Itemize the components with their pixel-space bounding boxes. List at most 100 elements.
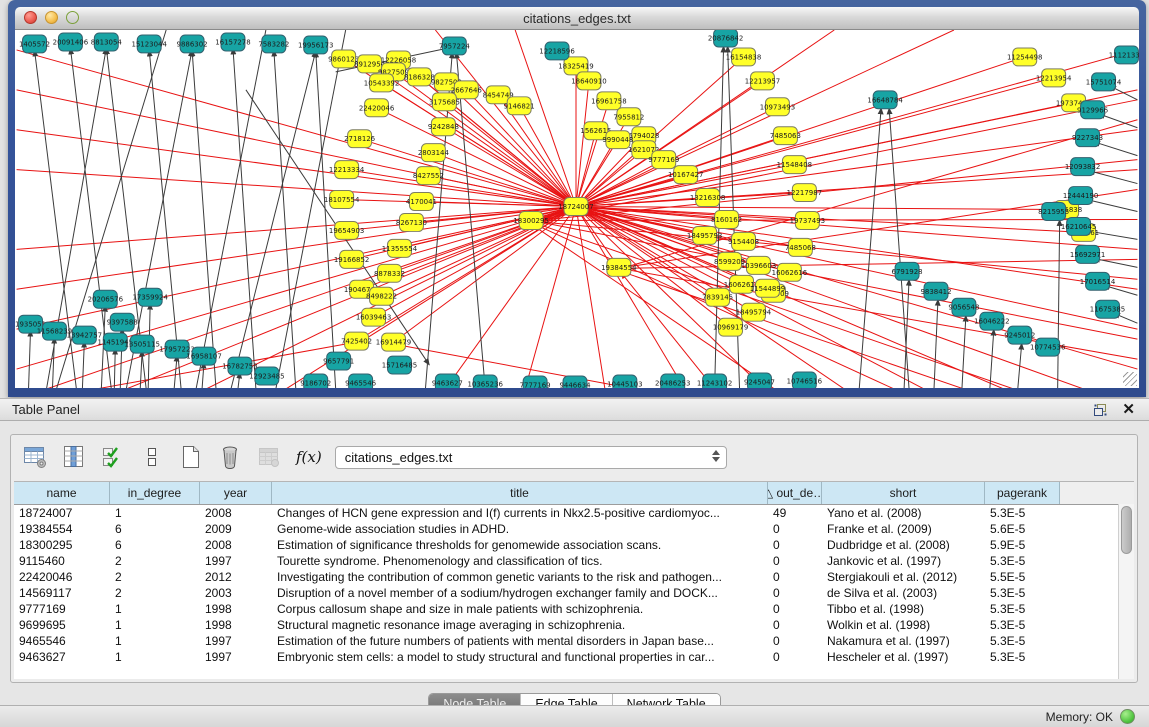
table-cell[interactable]: Jankovic et al. (1997): [822, 553, 985, 569]
table-cell[interactable]: 1998: [200, 601, 272, 617]
table-row[interactable]: 946362711997Embryonic stem cells: a mode…: [14, 649, 1134, 665]
table-cell[interactable]: Tibbo et al. (1998): [822, 601, 985, 617]
table-row[interactable]: 1872400712008Changes of HCN gene express…: [14, 505, 1134, 521]
table-cell[interactable]: 9777169: [14, 601, 110, 617]
table-cell[interactable]: 9699695: [14, 617, 110, 633]
table-cell[interactable]: Investigating the contribution of common…: [272, 569, 768, 585]
column-header-1[interactable]: in_degree: [110, 482, 200, 504]
table-cell[interactable]: 1: [110, 617, 200, 633]
table-cell[interactable]: 1: [110, 505, 200, 521]
table-cell[interactable]: 2008: [200, 505, 272, 521]
column-header-6[interactable]: pagerank: [985, 482, 1060, 504]
table-row[interactable]: 1938455462009Genome-wide association stu…: [14, 521, 1134, 537]
table-cell[interactable]: 9463627: [14, 649, 110, 665]
table-cell[interactable]: 6: [110, 537, 200, 553]
table-cell[interactable]: 0: [768, 537, 822, 553]
table-cell[interactable]: Changes of HCN gene expression and I(f) …: [272, 505, 768, 521]
table-cell[interactable]: 5.3E-5: [985, 649, 1060, 665]
table-cell[interactable]: 2: [110, 553, 200, 569]
table-scrollbar-thumb[interactable]: [1121, 506, 1132, 554]
minimize-window-button[interactable]: [45, 11, 58, 24]
table-cell[interactable]: 6: [110, 521, 200, 537]
table-cell[interactable]: 1998: [200, 617, 272, 633]
table-cell[interactable]: Estimation of the future numbers of pati…: [272, 633, 768, 649]
table-cell[interactable]: 1997: [200, 633, 272, 649]
table-cell[interactable]: 5.3E-5: [985, 505, 1060, 521]
table-cell[interactable]: 0: [768, 601, 822, 617]
table-cell[interactable]: 19384554: [14, 521, 110, 537]
new-table-button[interactable]: [177, 443, 205, 471]
table-cell[interactable]: 9115460: [14, 553, 110, 569]
table-cell[interactable]: Wolkin et al. (1998): [822, 617, 985, 633]
table-cell[interactable]: 2003: [200, 585, 272, 601]
table-cell[interactable]: Stergiakouli et al. (2012): [822, 569, 985, 585]
table-cell[interactable]: 9465546: [14, 633, 110, 649]
delete-table-button[interactable]: [216, 443, 244, 471]
column-header-2[interactable]: year: [200, 482, 272, 504]
table-cell[interactable]: 0: [768, 633, 822, 649]
zoom-window-button[interactable]: [66, 11, 79, 24]
table-cell[interactable]: Embryonic stem cells: a model to study s…: [272, 649, 768, 665]
table-cell[interactable]: 2: [110, 569, 200, 585]
table-cell[interactable]: 1997: [200, 649, 272, 665]
table-cell[interactable]: 5.3E-5: [985, 633, 1060, 649]
column-header-4[interactable]: △ out_de…: [768, 482, 822, 504]
network-view-canvas[interactable]: 1872400718300295193845549860123891295412…: [15, 30, 1139, 388]
change-table-mode-button[interactable]: [21, 443, 49, 471]
table-cell[interactable]: 18300295: [14, 537, 110, 553]
table-cell[interactable]: 5.3E-5: [985, 601, 1060, 617]
table-cell[interactable]: 2008: [200, 537, 272, 553]
table-cell[interactable]: 0: [768, 617, 822, 633]
table-row[interactable]: 1830029562008Estimation of significance …: [14, 537, 1134, 553]
table-cell[interactable]: Nakamura et al. (1997): [822, 633, 985, 649]
table-cell[interactable]: Tourette syndrome. Phenomenology and cla…: [272, 553, 768, 569]
table-cell[interactable]: 1: [110, 633, 200, 649]
table-select-dropdown[interactable]: citations_edges.txt: [335, 446, 727, 469]
table-cell[interactable]: 0: [768, 521, 822, 537]
row-height-button[interactable]: [138, 443, 166, 471]
table-cell[interactable]: 2012: [200, 569, 272, 585]
table-row[interactable]: 2242004622012Investigating the contribut…: [14, 569, 1134, 585]
table-cell[interactable]: 49: [768, 505, 822, 521]
table-cell[interactable]: Yano et al. (2008): [822, 505, 985, 521]
table-cell[interactable]: 14569117: [14, 585, 110, 601]
table-cell[interactable]: 2: [110, 585, 200, 601]
column-header-5[interactable]: short: [822, 482, 985, 504]
column-header-3[interactable]: title: [272, 482, 768, 504]
show-column-button[interactable]: [60, 443, 88, 471]
table-cell[interactable]: 5.3E-5: [985, 585, 1060, 601]
table-cell[interactable]: 0: [768, 569, 822, 585]
table-cell[interactable]: 22420046: [14, 569, 110, 585]
function-builder-button[interactable]: f(x): [296, 448, 322, 466]
table-scrollbar[interactable]: [1118, 504, 1134, 679]
table-row[interactable]: 911546021997Tourette syndrome. Phenomeno…: [14, 553, 1134, 569]
table-cell[interactable]: Franke et al. (2009): [822, 521, 985, 537]
table-row[interactable]: 1456911722003Disruption of a novel membe…: [14, 585, 1134, 601]
table-cell[interactable]: Dudbridge et al. (2008): [822, 537, 985, 553]
window-resize-grip[interactable]: [1123, 372, 1137, 386]
table-cell[interactable]: 1: [110, 649, 200, 665]
table-cell[interactable]: Genome-wide association studies in ADHD.: [272, 521, 768, 537]
column-header-0[interactable]: name: [14, 482, 110, 504]
table-row[interactable]: 946554611997Estimation of the future num…: [14, 633, 1134, 649]
float-panel-icon[interactable]: [1093, 403, 1108, 417]
window-titlebar[interactable]: citations_edges.txt: [15, 7, 1139, 30]
table-cell[interactable]: 2009: [200, 521, 272, 537]
table-cell[interactable]: Corpus callosum shape and size in male p…: [272, 601, 768, 617]
table-cell[interactable]: Disruption of a novel member of a sodium…: [272, 585, 768, 601]
table-cell[interactable]: 18724007: [14, 505, 110, 521]
table-cell[interactable]: 0: [768, 585, 822, 601]
table-cell[interactable]: 5.5E-5: [985, 569, 1060, 585]
table-cell[interactable]: 0: [768, 553, 822, 569]
table-row[interactable]: 969969511998Structural magnetic resonanc…: [14, 617, 1134, 633]
table-cell[interactable]: 5.6E-5: [985, 521, 1060, 537]
table-cell[interactable]: Estimation of significance thresholds fo…: [272, 537, 768, 553]
table-cell[interactable]: 1997: [200, 553, 272, 569]
table-cell[interactable]: 1: [110, 601, 200, 617]
table-cell[interactable]: 0: [768, 649, 822, 665]
table-cell[interactable]: Structural magnetic resonance image aver…: [272, 617, 768, 633]
table-cell[interactable]: de Silva et al. (2003): [822, 585, 985, 601]
select-columns-button[interactable]: [99, 443, 127, 471]
table-cell[interactable]: 5.9E-5: [985, 537, 1060, 553]
table-row[interactable]: 977716911998Corpus callosum shape and si…: [14, 601, 1134, 617]
